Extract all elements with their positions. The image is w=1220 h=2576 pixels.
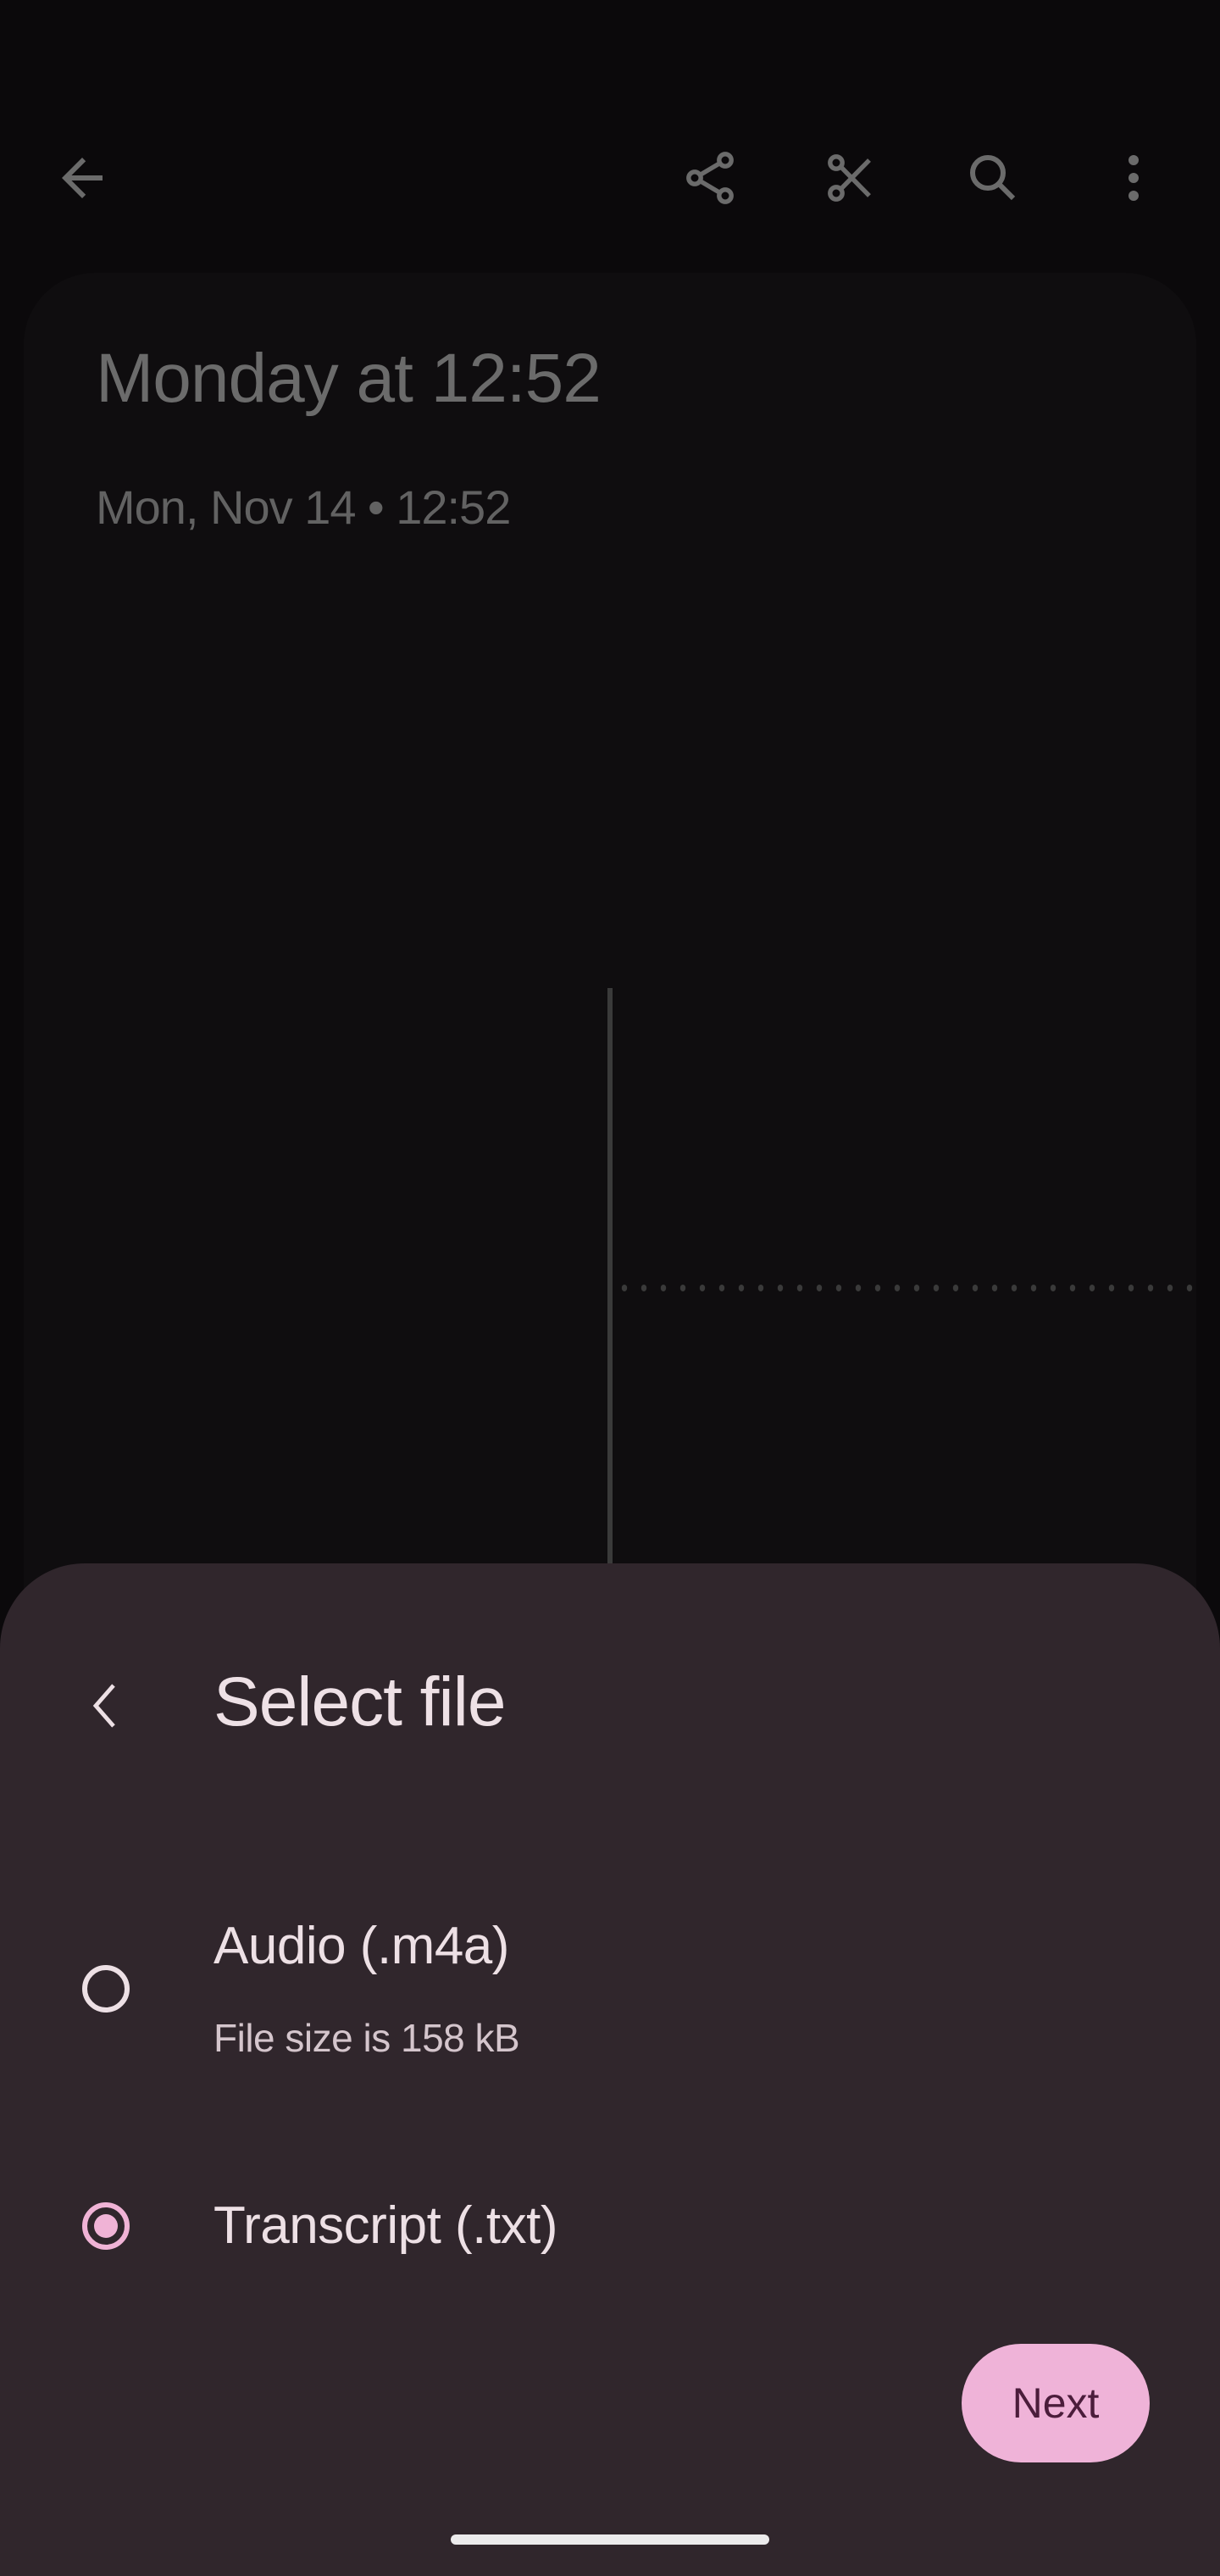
waveform-dot (933, 1285, 940, 1291)
waveform-dot (679, 1285, 686, 1291)
sheet-back-button[interactable] (55, 1655, 157, 1757)
arrow-back-icon (62, 158, 103, 198)
more-options-button[interactable] (1083, 127, 1184, 229)
waveform-dot (972, 1285, 979, 1291)
sheet-title: Select file (214, 1663, 507, 1740)
waveform-dot (874, 1285, 881, 1291)
waveform-dot (1089, 1285, 1095, 1291)
scissors-icon (828, 154, 871, 202)
waveform-dot (952, 1285, 959, 1291)
waveform-dot (1030, 1285, 1037, 1291)
waveform-dot (777, 1285, 784, 1291)
next-button[interactable]: Next (962, 2344, 1150, 2462)
waveform-dot (738, 1285, 745, 1291)
back-button[interactable] (31, 127, 133, 229)
waveform-dot (1050, 1285, 1056, 1291)
waveform-dot (835, 1285, 842, 1291)
waveform-dot (640, 1285, 647, 1291)
waveform-dot (855, 1285, 862, 1291)
waveform-dot (796, 1285, 803, 1291)
home-indicator[interactable] (451, 2534, 769, 2545)
waveform-dot (913, 1285, 920, 1291)
waveform-dot (1011, 1285, 1018, 1291)
more-vert-icon (1128, 155, 1139, 201)
waveform-dot (894, 1285, 901, 1291)
chevron-left-icon (92, 1684, 115, 1728)
share-icon (686, 152, 734, 204)
waveform-dot (1069, 1285, 1076, 1291)
radio-transcript[interactable] (82, 2202, 130, 2250)
search-icon (970, 155, 1016, 201)
recording-subtitle: Mon, Nov 14 • 12:52 (96, 480, 511, 534)
waveform-placeholder (621, 1285, 1193, 1291)
share-button[interactable] (659, 127, 761, 229)
waveform-dot (1167, 1285, 1173, 1291)
waveform-dot (660, 1285, 667, 1291)
option-transcript-label: Transcript (.txt) (214, 2196, 558, 2255)
recording-title: Monday at 12:52 (96, 340, 602, 417)
waveform-dot (991, 1285, 998, 1291)
trim-button[interactable] (801, 127, 902, 229)
waveform-dot (1108, 1285, 1115, 1291)
radio-audio[interactable] (82, 1965, 130, 2012)
playhead[interactable] (607, 988, 613, 1564)
waveform-dot (718, 1285, 725, 1291)
waveform-dot (699, 1285, 706, 1291)
waveform-dot (1186, 1285, 1193, 1291)
waveform-dot (1147, 1285, 1154, 1291)
option-audio-detail: File size is 158 kB (214, 2016, 520, 2060)
search-button[interactable] (942, 127, 1044, 229)
waveform-dot (816, 1285, 823, 1291)
waveform-dot (1128, 1285, 1134, 1291)
waveform-dot (621, 1285, 628, 1291)
waveform-dot (757, 1285, 764, 1291)
option-audio-label: Audio (.m4a) (214, 1917, 509, 1975)
